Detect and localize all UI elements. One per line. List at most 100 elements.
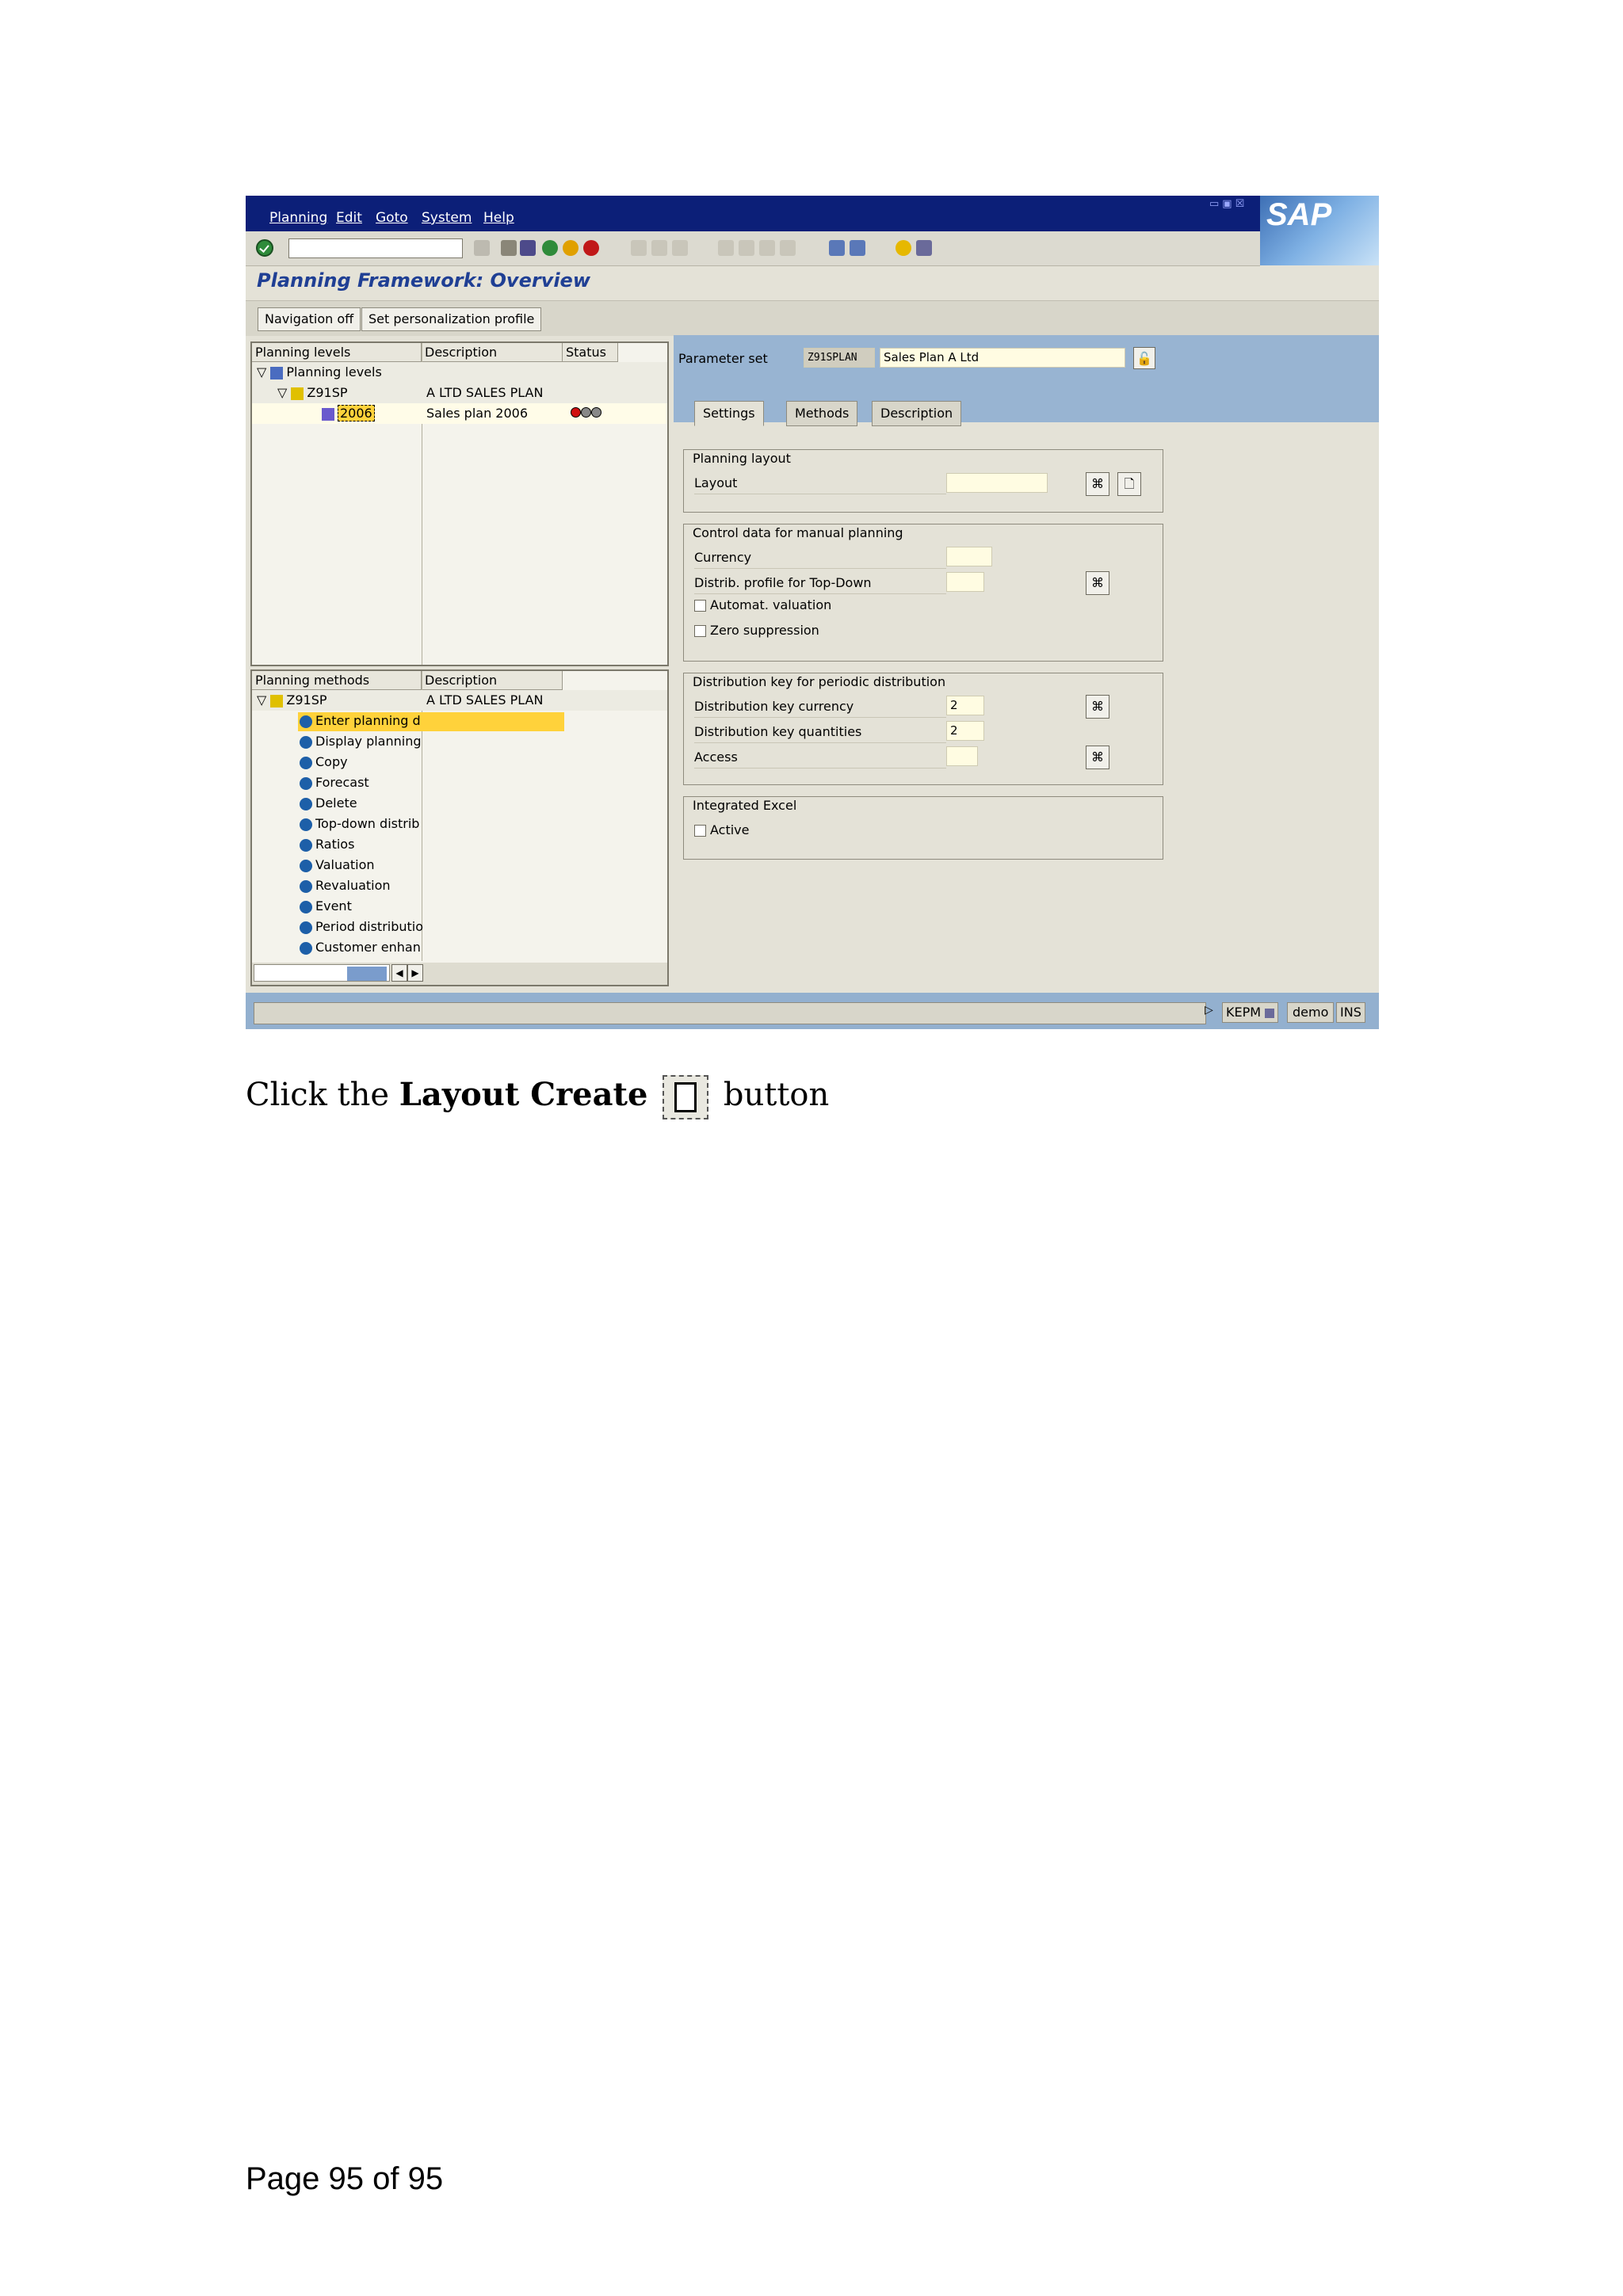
scroll-left-icon[interactable]: ◀ (391, 964, 407, 982)
status-lights-icon (571, 403, 601, 424)
method-item[interactable]: Enter planning d (300, 711, 421, 731)
tree-node-2006[interactable]: 2006 (322, 403, 375, 424)
dist-key-quantities-label: Distribution key quantities (694, 724, 862, 739)
server-icon (1265, 1008, 1275, 1018)
layout-input[interactable] (946, 473, 1048, 493)
parameter-lock-icon[interactable]: 🔓 (1133, 347, 1155, 369)
excel-active-label: Active (710, 822, 750, 837)
layout-label: Layout (694, 475, 738, 490)
back-arrow-icon[interactable] (501, 240, 517, 256)
tab-methods[interactable]: Methods (786, 401, 858, 426)
menu-system[interactable]: System (422, 210, 472, 226)
tab-description[interactable]: Description (872, 401, 962, 426)
status-system: KEPM (1222, 1002, 1279, 1023)
status-bar: ▷ KEPM demo INS (246, 993, 1379, 1029)
layout-create-icon[interactable]: 🗋 (1117, 472, 1141, 496)
zero-suppression-label: Zero suppression (710, 623, 819, 638)
first-page-icon[interactable] (718, 240, 734, 256)
tab-settings[interactable]: Settings (694, 401, 764, 426)
enter-icon[interactable] (256, 239, 273, 257)
next-page-icon[interactable] (759, 240, 775, 256)
navigation-off-button[interactable]: Navigation off (258, 307, 361, 331)
col-planning-methods[interactable]: Planning methods (252, 671, 422, 690)
tree-node-z91sp[interactable]: ▽ Z91SP (277, 383, 348, 403)
parameter-set-description[interactable]: Sales Plan A Ltd (880, 348, 1125, 368)
method-item[interactable]: Period distributio (300, 917, 423, 937)
find-next-icon[interactable] (672, 240, 688, 256)
dist-key-display-icon[interactable]: ⌘ (1086, 695, 1109, 719)
method-item[interactable]: Copy (300, 752, 348, 772)
window-controls-icon[interactable]: ▭▣☒ (1209, 198, 1247, 210)
save-icon[interactable] (520, 240, 536, 256)
method-item[interactable]: Forecast (300, 772, 369, 793)
help-icon[interactable] (896, 240, 911, 256)
menu-help[interactable]: Help (483, 210, 514, 226)
method-item[interactable]: Ratios (300, 834, 354, 855)
menu-goto[interactable]: Goto (376, 210, 408, 226)
planning-method-icon (300, 941, 312, 955)
method-item[interactable]: Valuation (300, 855, 375, 875)
group-title: Distribution key for periodic distributi… (693, 674, 946, 689)
menu-edit[interactable]: Edit (336, 210, 362, 226)
automat-valuation-checkbox[interactable] (694, 600, 706, 612)
distrib-profile-input[interactable] (946, 572, 984, 592)
method-item[interactable]: Event (300, 896, 352, 917)
back-icon[interactable] (542, 240, 558, 256)
method-item[interactable]: Top-down distrib (300, 814, 419, 834)
access-input[interactable] (946, 746, 978, 766)
expand-icon[interactable]: ▽ (257, 364, 266, 379)
layout-create-icon (663, 1075, 709, 1119)
planning-method-icon (300, 818, 312, 831)
currency-input[interactable] (946, 547, 992, 566)
expand-icon[interactable]: ▽ (257, 692, 266, 707)
command-field[interactable] (288, 238, 463, 258)
tree-node-z91sp[interactable]: ▽ Z91SP (257, 690, 327, 711)
planning-method-icon (300, 838, 312, 852)
method-item[interactable]: Delete (300, 793, 357, 814)
method-item[interactable]: Revaluation (300, 875, 391, 896)
excel-active-checkbox[interactable] (694, 825, 706, 837)
integrated-excel-group: Integrated Excel (683, 796, 1163, 860)
access-label: Access (694, 749, 738, 765)
planning-method-icon (300, 900, 312, 913)
sap-logo: SAP (1260, 196, 1379, 265)
col-description[interactable]: Description (422, 343, 563, 362)
status-mode: INS (1336, 1002, 1365, 1023)
menu-bar: Planning Edit Goto System Help ▭▣☒ (246, 196, 1379, 231)
col-status[interactable]: Status (563, 343, 618, 362)
cancel-icon[interactable] (583, 240, 599, 256)
shortcut-icon[interactable] (850, 240, 865, 256)
previous-page-icon[interactable] (739, 240, 754, 256)
exit-icon[interactable] (563, 240, 579, 256)
col-planning-levels[interactable]: Planning levels (252, 343, 422, 362)
tree-node-planning-levels[interactable]: ▽ Planning levels (257, 362, 382, 383)
layout-menu-icon[interactable] (916, 240, 932, 256)
planning-method-icon (300, 921, 312, 934)
layout-display-icon[interactable]: ⌘ (1086, 472, 1109, 496)
find-icon[interactable] (651, 240, 667, 256)
status-expand-icon[interactable]: ▷ (1205, 1004, 1213, 1016)
dist-key-currency-input[interactable]: 2 (946, 696, 984, 715)
personalization-profile-button[interactable]: Set personalization profile (361, 307, 542, 331)
planning-method-icon (300, 756, 312, 769)
field-history-icon[interactable] (474, 240, 490, 256)
print-icon[interactable] (631, 240, 647, 256)
sap-screenshot: Planning Edit Goto System Help ▭▣☒ SAP P… (246, 196, 1379, 1029)
zero-suppression-checkbox[interactable] (694, 625, 706, 637)
parameter-set-label: Parameter set (678, 351, 768, 366)
planning-method-icon (300, 735, 312, 749)
menu-planning[interactable]: Planning (269, 210, 327, 226)
last-page-icon[interactable] (780, 240, 796, 256)
scrollbar-thumb[interactable] (347, 967, 387, 981)
expand-icon[interactable]: ▽ (277, 385, 287, 400)
new-session-icon[interactable] (829, 240, 845, 256)
standard-toolbar (246, 231, 1260, 266)
method-item[interactable]: Display planning (300, 731, 422, 752)
scroll-right-icon[interactable]: ▶ (407, 964, 423, 982)
dist-key-quantities-input[interactable]: 2 (946, 721, 984, 741)
method-item[interactable]: Customer enhan (300, 937, 421, 958)
col-method-description[interactable]: Description (422, 671, 563, 690)
distrib-profile-display-icon[interactable]: ⌘ (1086, 571, 1109, 595)
access-display-icon[interactable]: ⌘ (1086, 746, 1109, 769)
parameter-set-code[interactable]: Z91SPLAN (804, 348, 875, 368)
